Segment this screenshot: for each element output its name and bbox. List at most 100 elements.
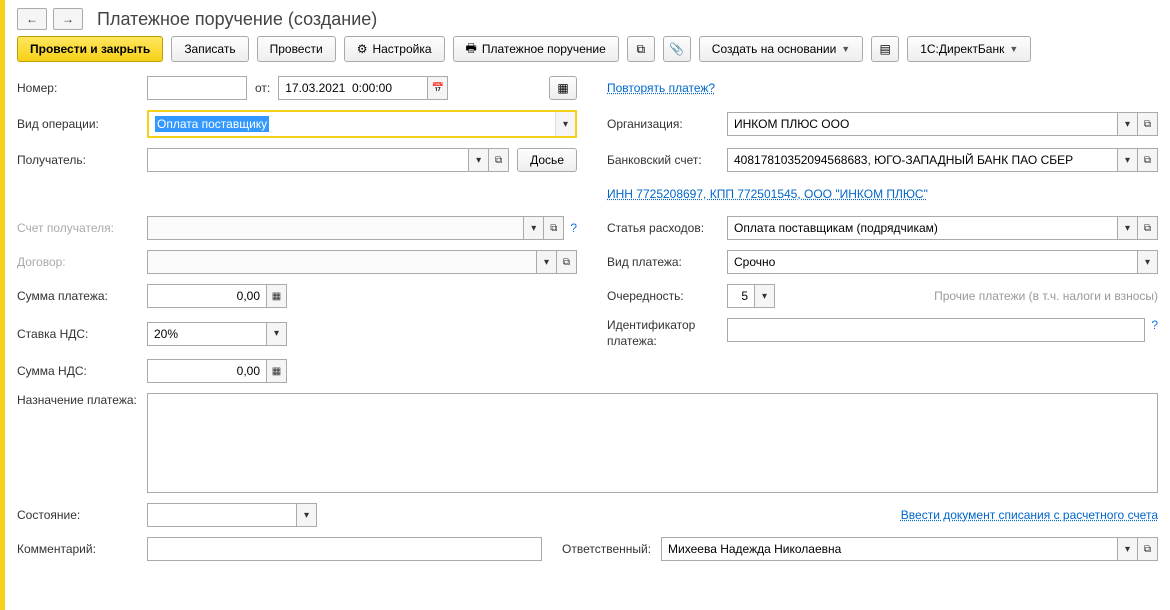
pay-type-input[interactable] — [727, 250, 1138, 274]
recipient-open-button[interactable]: ⧉ — [489, 148, 509, 172]
org-open-button[interactable]: ⧉ — [1138, 112, 1158, 136]
bank-acc-input[interactable] — [727, 148, 1118, 172]
attach-icon-button[interactable]: 📎 — [663, 36, 691, 62]
bank-acc-dropdown-button[interactable]: ▾ — [1118, 148, 1138, 172]
create-based-label: Создать на основании — [712, 42, 837, 56]
responsible-dropdown-button[interactable]: ▾ — [1118, 537, 1138, 561]
chevron-down-icon: ▼ — [841, 44, 850, 54]
chevron-down-icon: ▾ — [1125, 544, 1130, 555]
arrow-right-icon: → — [62, 12, 74, 26]
list-icon-button[interactable]: ▤ — [871, 36, 899, 62]
date-extra-button[interactable]: ▦ — [549, 76, 577, 100]
from-label: от: — [255, 81, 270, 95]
settings-button[interactable]: ⚙ Настройка — [344, 36, 445, 62]
rec-account-dropdown-button[interactable]: ▾ — [524, 216, 544, 240]
expense-input[interactable] — [727, 216, 1118, 240]
sum-calc-button[interactable]: ▦ — [267, 284, 287, 308]
printer-icon: 🖶 — [466, 39, 477, 60]
recipient-input[interactable] — [147, 148, 469, 172]
queue-hint: Прочие платежи (в т.ч. налоги и взносы) — [934, 289, 1158, 303]
open-icon: ⧉ — [495, 155, 502, 166]
paperclip-icon: 📎 — [669, 42, 684, 56]
sum-input[interactable] — [147, 284, 267, 308]
pay-type-dropdown-button[interactable]: ▾ — [1138, 250, 1158, 274]
open-icon: ⧉ — [1144, 544, 1151, 555]
responsible-open-button[interactable]: ⧉ — [1138, 537, 1158, 561]
print-label: Платежное поручение — [482, 42, 606, 56]
repeat-payment-link[interactable]: Повторять платеж? — [607, 81, 715, 95]
org-dropdown-button[interactable]: ▾ — [1118, 112, 1138, 136]
vat-rate-input[interactable] — [147, 322, 267, 346]
chevron-down-icon: ▾ — [476, 155, 481, 166]
create-based-button[interactable]: Создать на основании ▼ — [699, 36, 863, 62]
comment-label: Комментарий: — [17, 542, 147, 556]
direct-bank-button[interactable]: 1С:ДиректБанк ▼ — [907, 36, 1031, 62]
state-dropdown-button[interactable]: ▾ — [297, 503, 317, 527]
op-type-label: Вид операции: — [17, 117, 147, 131]
contract-label: Договор: — [17, 255, 147, 269]
expense-open-button[interactable]: ⧉ — [1138, 216, 1158, 240]
number-input[interactable] — [147, 76, 247, 100]
contract-input — [147, 250, 537, 274]
write-button[interactable]: Записать — [171, 36, 248, 62]
recipient-dropdown-button[interactable]: ▾ — [469, 148, 489, 172]
vat-sum-label: Сумма НДС: — [17, 364, 147, 378]
purpose-textarea[interactable] — [147, 393, 1158, 493]
print-button[interactable]: 🖶 Платежное поручение — [453, 36, 619, 62]
direct-bank-label: 1С:ДиректБанк — [920, 42, 1004, 56]
number-label: Номер: — [17, 81, 147, 95]
inn-link[interactable]: ИНН 7725208697, КПП 772501545, ООО "ИНКО… — [607, 187, 928, 201]
nav-forward-button[interactable]: → — [53, 8, 83, 30]
bank-acc-open-button[interactable]: ⧉ — [1138, 148, 1158, 172]
contract-dropdown-button[interactable]: ▾ — [537, 250, 557, 274]
post-button[interactable]: Провести — [257, 36, 336, 62]
chevron-down-icon: ▾ — [1125, 119, 1130, 130]
chevron-down-icon: ▾ — [563, 119, 568, 130]
open-icon: ⧉ — [1144, 223, 1151, 234]
list-icon: ▤ — [880, 42, 891, 56]
op-type-dropdown-button[interactable]: ▾ — [555, 112, 575, 136]
arrow-left-icon: ← — [26, 12, 38, 26]
calendar-icon: 📅 — [432, 83, 444, 94]
dossier-button[interactable]: Досье — [517, 148, 577, 172]
open-icon: ⧉ — [563, 257, 570, 268]
purpose-label: Назначение платежа: — [17, 393, 147, 409]
post-and-close-button[interactable]: Провести и закрыть — [17, 36, 163, 62]
chevron-down-icon: ▾ — [762, 291, 767, 302]
vat-sum-calc-button[interactable]: ▦ — [267, 359, 287, 383]
vat-sum-input[interactable] — [147, 359, 267, 383]
calculator-icon: ▦ — [272, 291, 281, 302]
pay-id-label: Идентификатор платежа: — [607, 318, 727, 349]
nav-back-button[interactable]: ← — [17, 8, 47, 30]
rec-account-open-button[interactable]: ⧉ — [544, 216, 564, 240]
expense-dropdown-button[interactable]: ▾ — [1118, 216, 1138, 240]
state-label: Состояние: — [17, 508, 147, 522]
queue-dropdown-button[interactable]: ▾ — [755, 284, 775, 308]
op-type-input[interactable]: Оплата поставщику — [149, 112, 555, 136]
chevron-down-icon: ▾ — [1125, 155, 1130, 166]
state-input[interactable] — [147, 503, 297, 527]
calculator-icon: ▦ — [272, 366, 281, 377]
org-input[interactable] — [727, 112, 1118, 136]
grid-icon: ▦ — [557, 81, 568, 95]
queue-input[interactable] — [727, 284, 755, 308]
structure-icon-button[interactable]: ⧉ — [627, 36, 655, 62]
chevron-down-icon: ▾ — [544, 257, 549, 268]
vat-rate-dropdown-button[interactable]: ▾ — [267, 322, 287, 346]
rec-account-label: Счет получателя: — [17, 221, 147, 235]
pay-type-label: Вид платежа: — [607, 255, 727, 269]
rec-account-help[interactable]: ? — [570, 221, 577, 235]
pay-id-help[interactable]: ? — [1151, 318, 1158, 332]
chevron-down-icon: ▾ — [304, 510, 309, 521]
open-icon: ⧉ — [1144, 119, 1151, 130]
expense-label: Статья расходов: — [607, 221, 727, 235]
contract-open-button[interactable]: ⧉ — [557, 250, 577, 274]
responsible-input[interactable] — [661, 537, 1118, 561]
open-icon: ⧉ — [1144, 155, 1151, 166]
pay-id-input[interactable] — [727, 318, 1145, 342]
open-icon: ⧉ — [550, 223, 557, 234]
enter-writeoff-link[interactable]: Ввести документ списания с расчетного сч… — [901, 508, 1158, 522]
comment-input[interactable] — [147, 537, 542, 561]
date-input[interactable] — [278, 76, 428, 100]
calendar-icon-button[interactable]: 📅 — [428, 76, 448, 100]
